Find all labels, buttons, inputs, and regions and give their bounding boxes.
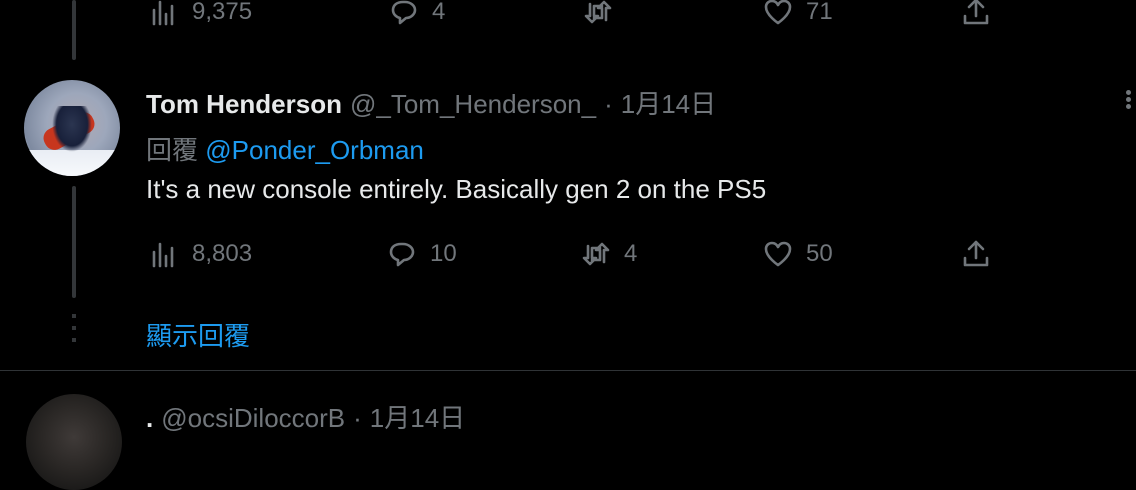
retweet-count: 4 bbox=[624, 240, 638, 267]
views-chart-icon bbox=[152, 0, 174, 26]
like-count: 50 bbox=[806, 240, 833, 267]
heart-icon bbox=[764, 241, 792, 267]
author-handle[interactable]: @_Tom_Henderson_ bbox=[350, 89, 596, 120]
prev-tweet-actions: 9,375 4 71 bbox=[0, 0, 1136, 36]
prev-retweet-button[interactable] bbox=[582, 0, 626, 28]
retweet-icon bbox=[582, 242, 610, 266]
retweet-icon bbox=[584, 0, 612, 24]
like-button[interactable]: 50 bbox=[762, 238, 833, 270]
reply-count: 10 bbox=[430, 240, 457, 267]
avatar[interactable] bbox=[24, 80, 120, 176]
share-upload-icon bbox=[963, 0, 989, 25]
views-button[interactable]: 8,803 bbox=[148, 238, 252, 270]
next-avatar[interactable] bbox=[26, 394, 122, 490]
next-tweet-date[interactable]: 1月14日 bbox=[370, 398, 465, 435]
share-button[interactable] bbox=[960, 238, 992, 270]
replying-to-link[interactable]: @Ponder_Orbman bbox=[205, 135, 424, 165]
replying-prefix: 回覆 bbox=[146, 135, 199, 165]
avatar-snow bbox=[24, 150, 120, 176]
prev-like-count: 71 bbox=[806, 0, 833, 25]
retweet-button[interactable]: 4 bbox=[580, 238, 637, 270]
thread-dots bbox=[72, 314, 76, 348]
views-chart-icon bbox=[152, 242, 174, 268]
next-author-handle[interactable]: @ocsiDiloccorB bbox=[161, 403, 345, 434]
reply-bubble-icon bbox=[391, 0, 417, 25]
avatar-rider bbox=[52, 106, 92, 152]
show-replies-link[interactable]: 顯示回覆 bbox=[146, 316, 250, 353]
replying-to: 回覆 @Ponder_Orbman bbox=[146, 130, 424, 167]
views-count: 8,803 bbox=[192, 240, 253, 267]
next-tweet-header: . @ocsiDiloccorB · 1月14日 bbox=[146, 398, 465, 435]
share-upload-icon bbox=[963, 240, 989, 267]
heart-icon bbox=[764, 0, 792, 25]
prev-reply-button[interactable]: 4 bbox=[388, 0, 445, 28]
header-separator: · bbox=[604, 89, 613, 119]
next-header-separator: · bbox=[353, 403, 362, 433]
prev-like-button[interactable]: 71 bbox=[762, 0, 833, 28]
author-name[interactable]: Tom Henderson bbox=[146, 89, 342, 120]
next-author-name[interactable]: . bbox=[146, 403, 153, 434]
tweet-divider bbox=[0, 370, 1136, 371]
reply-button[interactable]: 10 bbox=[386, 238, 457, 270]
prev-share-button[interactable] bbox=[960, 0, 992, 28]
tweet-text: It's a new console entirely. Basically g… bbox=[146, 174, 767, 204]
tweet-actions: 8,803 10 4 50 bbox=[0, 238, 1136, 278]
tweet-date[interactable]: 1月14日 bbox=[621, 84, 716, 121]
more-dots-icon[interactable] bbox=[1122, 90, 1136, 110]
prev-views-button[interactable]: 9,375 bbox=[148, 0, 252, 28]
prev-reply-count: 4 bbox=[432, 0, 446, 25]
tweet-header: Tom Henderson @_Tom_Henderson_ · 1月14日 bbox=[146, 84, 716, 121]
prev-views-count: 9,375 bbox=[192, 0, 253, 25]
reply-bubble-icon bbox=[389, 242, 415, 267]
